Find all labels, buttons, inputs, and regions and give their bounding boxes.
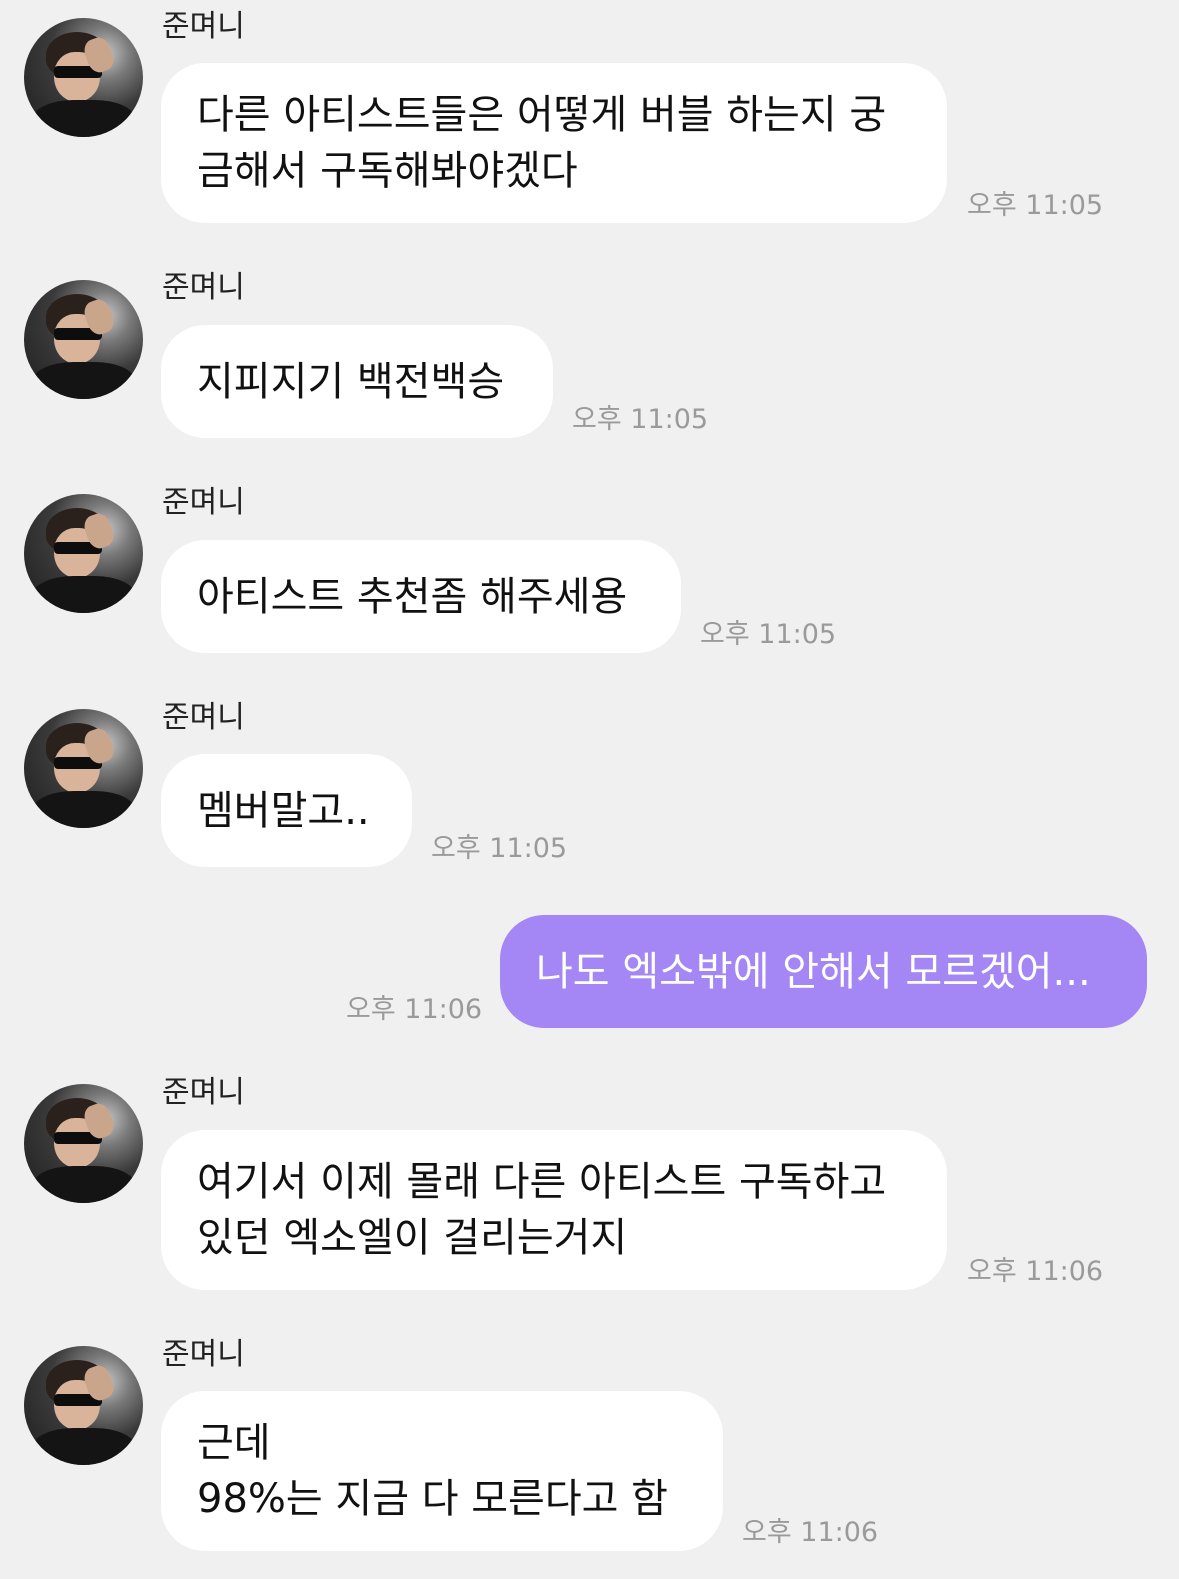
message-bubble[interactable]: 아티스트 추천좀 해주세용 xyxy=(161,540,681,653)
avatar-jacket xyxy=(32,362,136,399)
sender-name: 준며니 xyxy=(162,9,245,44)
avatar-jacket xyxy=(32,791,136,828)
message-timestamp: 오후 11:05 xyxy=(431,833,568,864)
message-timestamp: 오후 11:06 xyxy=(742,1517,879,1548)
message-timestamp: 오후 11:05 xyxy=(572,404,709,435)
sender-name: 준며니 xyxy=(162,1075,245,1110)
sender-avatar[interactable] xyxy=(24,280,143,399)
my-message-bubble[interactable]: 나도 엑소밖에 안해서 모르겠어... xyxy=(500,915,1147,1028)
sender-name: 준며니 xyxy=(162,1337,245,1372)
message-timestamp: 오후 11:06 xyxy=(346,994,483,1025)
message-bubble[interactable]: 여기서 이제 몰래 다른 아티스트 구독하고 있던 엑소엘이 걸리는거지 xyxy=(161,1130,947,1290)
sender-avatar[interactable] xyxy=(24,1346,143,1465)
sender-avatar[interactable] xyxy=(24,18,143,137)
message-timestamp: 오후 11:06 xyxy=(967,1256,1104,1287)
sender-avatar[interactable] xyxy=(24,1084,143,1203)
avatar-jacket xyxy=(32,100,136,137)
message-bubble[interactable]: 근데 98%는 지금 다 모른다고 함 xyxy=(161,1391,723,1551)
message-bubble[interactable]: 다른 아티스트들은 어떻게 버블 하는지 궁 금해서 구독해봐야겠다 xyxy=(161,63,947,223)
sender-name: 준며니 xyxy=(162,270,245,305)
message-bubble[interactable]: 멤버말고.. xyxy=(161,754,412,867)
sender-name: 준며니 xyxy=(162,485,245,520)
message-timestamp: 오후 11:05 xyxy=(700,619,837,650)
sender-avatar[interactable] xyxy=(24,494,143,613)
message-bubble[interactable]: 지피지기 백전백승 xyxy=(161,325,553,438)
sender-avatar[interactable] xyxy=(24,709,143,828)
avatar-jacket xyxy=(32,576,136,613)
avatar-jacket xyxy=(32,1428,136,1465)
sender-name: 준며니 xyxy=(162,700,245,735)
avatar-jacket xyxy=(32,1166,136,1203)
message-timestamp: 오후 11:05 xyxy=(967,190,1104,221)
